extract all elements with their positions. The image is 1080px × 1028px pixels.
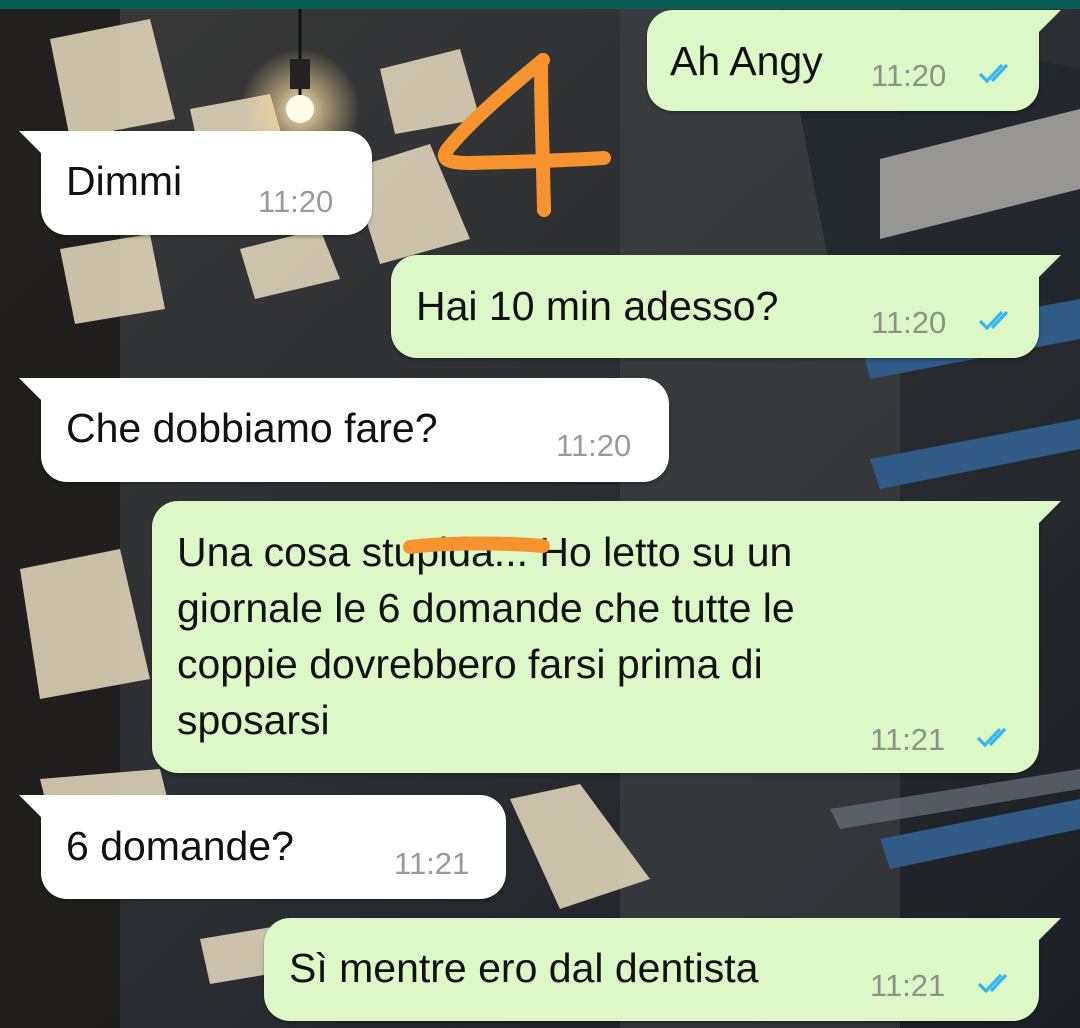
message-text-line: sposarsi [177,697,330,743]
message-bubble-outgoing[interactable]: Ah Angy 11:20 [647,10,1061,111]
message-text: Sì mentre ero dal dentista [289,945,759,991]
message-text-line: Una cosa stupida... Ho letto su un [177,529,793,575]
message-time: 11:20 [871,305,947,340]
read-double-check-icon [978,310,1009,331]
read-double-check-icon [976,727,1007,748]
read-double-check-icon [977,973,1008,994]
message-bubble-outgoing[interactable]: Sì mentre ero dal dentista 11:21 [264,918,1061,1021]
message-time: 11:21 [394,846,470,881]
chat-header-strip [0,0,1080,9]
message-time: 11:21 [870,968,946,1003]
message-bubble-outgoing[interactable]: Una cosa stupida... Ho letto su un giorn… [152,501,1061,773]
message-bubble-outgoing[interactable]: Hai 10 min adesso? 11:20 [391,255,1061,358]
message-bubble-incoming[interactable]: 6 domande? 11:21 [19,795,506,899]
message-bubble-incoming[interactable]: Dimmi 11:20 [19,131,372,235]
message-time: 11:20 [258,184,334,219]
read-double-check-icon [978,63,1009,84]
message-bubble-incoming[interactable]: Che dobbiamo fare? 11:20 [19,378,669,482]
message-text: Ah Angy [670,38,823,84]
message-time: 11:21 [870,722,946,757]
message-text: 6 domande? [66,823,294,869]
message-time: 11:20 [871,58,947,93]
message-time: 11:20 [556,428,632,463]
message-text: Che dobbiamo fare? [66,405,438,451]
message-text-line: coppie dovrebbero farsi prima di [177,641,763,687]
message-text-line: giornale le 6 domande che tutte le [177,585,795,631]
message-text: Dimmi [66,158,183,204]
message-text: Hai 10 min adesso? [416,283,779,329]
